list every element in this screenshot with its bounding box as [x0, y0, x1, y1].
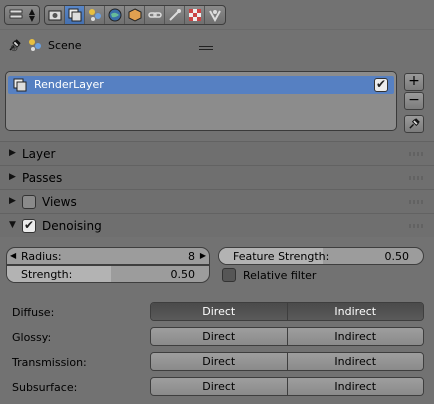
denoising-checkbox[interactable] [22, 218, 36, 233]
diffuse-label: Diffuse: [12, 306, 55, 319]
context-tabs [44, 5, 226, 25]
panel-title: Passes [22, 171, 63, 185]
panel-title: Layer [22, 147, 56, 161]
relative-filter-label: Relative filter [243, 269, 317, 282]
transmission-indirect-toggle[interactable]: Indirect [286, 353, 423, 370]
diffuse-direct-toggle[interactable]: Direct [151, 303, 287, 320]
plus-small-icon[interactable]: ⊕ [10, 43, 18, 54]
subsurface-label: Subsurface: [12, 381, 78, 394]
relative-filter-checkbox[interactable] [222, 268, 236, 282]
render-icon [48, 10, 62, 21]
tab-physics[interactable] [205, 6, 225, 24]
views-checkbox[interactable] [22, 195, 36, 209]
physics-icon [209, 10, 221, 22]
subsurface-direct-toggle[interactable]: Direct [151, 378, 287, 395]
object-icon [128, 8, 142, 22]
increment-arrow-icon[interactable]: ▶ [200, 251, 206, 260]
scene-icon [29, 39, 41, 51]
glossy-toggle-group: Direct Indirect [150, 327, 424, 346]
subsurface-toggle-group: Direct Indirect [150, 377, 424, 396]
collapsed-arrow-icon: ▶ [9, 196, 16, 206]
tab-scene[interactable] [85, 6, 105, 24]
feature-strength-slider[interactable]: Feature Strength: 0.50 [218, 247, 424, 265]
strength-value: 0.50 [170, 268, 196, 281]
render-layers-icon [13, 78, 27, 92]
glossy-label: Glossy: [12, 331, 52, 344]
subsurface-indirect-toggle[interactable]: Indirect [286, 378, 423, 395]
transmission-direct-toggle[interactable]: Direct [151, 353, 287, 370]
add-layer-button[interactable]: + [404, 73, 424, 91]
panel-title: Denoising [42, 219, 102, 233]
drag-handle-icon[interactable] [408, 176, 424, 180]
panel-denoising-header[interactable]: ▼ Denoising [0, 213, 434, 237]
radius-value: 8 [188, 250, 195, 263]
layer-name: RenderLayer [34, 78, 104, 91]
expanded-arrow-icon: ▼ [9, 220, 16, 230]
glossy-direct-toggle[interactable]: Direct [151, 328, 287, 345]
tab-render[interactable] [45, 6, 65, 24]
render-layers-list: RenderLayer [5, 71, 397, 131]
constraints-icon [148, 12, 162, 18]
layer-enabled-checkbox[interactable] [374, 77, 388, 92]
scene-icon [89, 9, 101, 21]
drag-handle-icon[interactable] [408, 152, 424, 156]
breadcrumb-scene: Scene [48, 39, 82, 52]
pin-layer-button[interactable] [404, 115, 424, 133]
panel-views-header[interactable]: ▶ Views [0, 189, 434, 213]
render-layers-icon [68, 8, 82, 22]
tab-texture[interactable] [185, 6, 205, 24]
radius-field[interactable]: ◀ Radius: 8 ▶ [6, 247, 210, 265]
properties-editor-icon [9, 9, 23, 19]
remove-layer-button[interactable]: − [404, 92, 424, 110]
transmission-label: Transmission: [12, 356, 87, 369]
strength-slider[interactable]: Strength: 0.50 [6, 265, 210, 283]
list-item[interactable]: RenderLayer [8, 76, 394, 94]
chevron-updown-icon: ▲ ▼ [28, 7, 35, 23]
feature-strength-label: Feature Strength: [233, 250, 330, 263]
transmission-toggle-group: Direct Indirect [150, 352, 424, 371]
tab-modifiers[interactable] [165, 6, 185, 24]
drag-handle-icon[interactable] [408, 200, 424, 204]
collapsed-arrow-icon: ▶ [9, 148, 16, 158]
properties-header: ▲ ▼ [0, 0, 434, 30]
tab-object[interactable] [125, 6, 145, 24]
strength-label: Strength: [21, 268, 73, 281]
panel-title: Views [42, 195, 77, 209]
collapsed-arrow-icon: ▶ [9, 172, 16, 182]
diffuse-indirect-toggle[interactable]: Indirect [286, 303, 423, 320]
glossy-indirect-toggle[interactable]: Indirect [286, 328, 423, 345]
feature-strength-value: 0.50 [384, 250, 410, 263]
tab-render-layers[interactable] [65, 6, 85, 24]
decrement-arrow-icon[interactable]: ◀ [10, 251, 16, 260]
world-icon [108, 8, 122, 22]
diffuse-toggle-group: Direct Indirect [150, 302, 424, 321]
resize-grip[interactable] [199, 46, 213, 50]
tab-world[interactable] [105, 6, 125, 24]
texture-icon [189, 9, 201, 21]
panel-layer-header[interactable]: ▶ Layer [0, 141, 434, 165]
pin-icon [408, 118, 420, 129]
radius-label: Radius: [21, 250, 62, 263]
drag-handle-icon[interactable] [408, 224, 424, 228]
modifiers-icon [169, 9, 181, 21]
panel-passes-header[interactable]: ▶ Passes [0, 165, 434, 189]
editor-type-button[interactable]: ▲ ▼ [4, 5, 40, 25]
tab-constraints[interactable] [145, 6, 165, 24]
